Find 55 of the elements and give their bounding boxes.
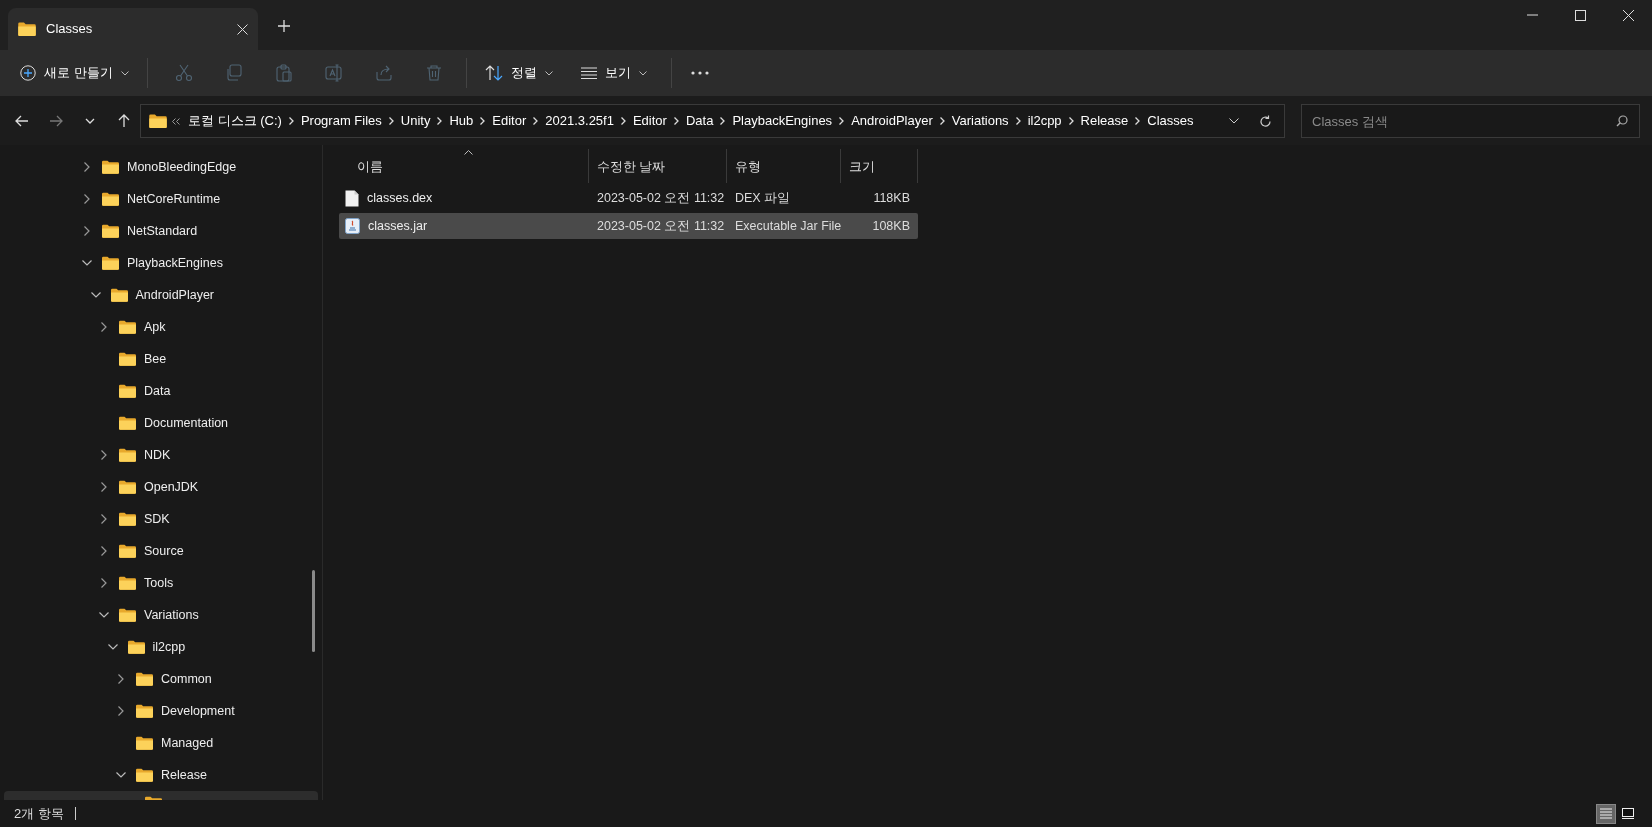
tree-item[interactable]: MonoBleedingEdge (4, 151, 318, 183)
breadcrumb[interactable]: 로컬 디스크 (C:) (188, 111, 282, 131)
breadcrumb[interactable]: Unity (400, 111, 431, 131)
tree-item[interactable]: Data (4, 375, 318, 407)
tree-item[interactable]: Tools (4, 567, 318, 599)
view-button[interactable]: 보기 (570, 56, 657, 90)
breadcrumb[interactable]: Classes (1147, 111, 1194, 131)
tree-item[interactable]: SDK (4, 503, 318, 535)
tree-item[interactable]: Variations (4, 599, 318, 631)
breadcrumb[interactable]: Variations (951, 111, 1009, 131)
breadcrumb[interactable]: Hub (449, 111, 474, 131)
file-name: classes.dex (367, 189, 433, 207)
file-type: DEX 파일 (734, 189, 792, 207)
file-type: Executable Jar File (734, 217, 841, 235)
column-header[interactable]: 유형 (727, 149, 841, 183)
file-size: 118KB (872, 189, 911, 207)
tree-item[interactable]: Source (4, 535, 318, 567)
tree-item[interactable]: Apk (4, 311, 318, 343)
breadcrumb[interactable]: Data (685, 111, 714, 131)
column-header[interactable]: 이름 (339, 149, 589, 183)
breadcrumb[interactable]: Editor (492, 111, 527, 131)
search-field[interactable]: Classes 검색 (1301, 104, 1640, 138)
breadcrumb[interactable]: Program Files (300, 111, 382, 131)
modified-date: 2023-05-02 오전 11:32 (596, 217, 726, 235)
tree-item[interactable]: PlaybackEngines (4, 247, 318, 279)
tree-item[interactable]: AndroidPlayer (4, 279, 318, 311)
file-size: 108KB (871, 217, 911, 235)
column-header[interactable]: 수정한 날짜 (589, 149, 727, 183)
file-row[interactable]: classes.jar 2023-05-02 오전 11:32 Executable Jar File 108KB (339, 213, 918, 239)
file-row[interactable]: classes.dex 2023-05-02 오전 11:32 DEX 파일 118KB (339, 185, 918, 211)
tree-item[interactable]: Common (4, 663, 318, 695)
breadcrumb[interactable]: PlaybackEngines (732, 111, 833, 131)
tree-item[interactable]: Documentation (4, 407, 318, 439)
modified-date: 2023-05-02 오전 11:32 (596, 189, 726, 207)
tree-item[interactable]: OpenJDK (4, 471, 318, 503)
sort-button[interactable]: 정렬 (474, 56, 563, 90)
new-button[interactable]: 새로 만들기 (14, 56, 135, 90)
tab[interactable]: Classes (8, 8, 258, 50)
tree-item[interactable]: il2cpp (4, 631, 318, 663)
tree-item[interactable]: NetCoreRuntime (4, 183, 318, 215)
item-count: 2개 항목 (14, 804, 64, 823)
tree-item[interactable]: Bee (4, 343, 318, 375)
tree-item[interactable]: Development (4, 695, 318, 727)
breadcrumb[interactable]: 2021.3.25f1 (545, 111, 614, 131)
tree-item[interactable]: Release (4, 759, 318, 791)
file-name: classes.jar (368, 217, 428, 235)
column-header[interactable]: 크기 (841, 149, 918, 183)
breadcrumb[interactable]: Editor (632, 111, 667, 131)
breadcrumb[interactable]: il2cpp (1027, 111, 1062, 131)
breadcrumb[interactable]: Release (1080, 111, 1129, 131)
tree-item[interactable]: Managed (4, 727, 318, 759)
address-bar[interactable]: 로컬 디스크 (C:) Program Files Unity Hub Editor 2021.3.25f1 Editor Data PlaybackEngines AndroidPlayer Variations il2cpp Release Classes (140, 104, 1285, 138)
tree-item[interactable]: NDK (4, 439, 318, 471)
tree-item[interactable]: NetStandard (4, 215, 318, 247)
breadcrumb[interactable]: AndroidPlayer (851, 111, 933, 131)
